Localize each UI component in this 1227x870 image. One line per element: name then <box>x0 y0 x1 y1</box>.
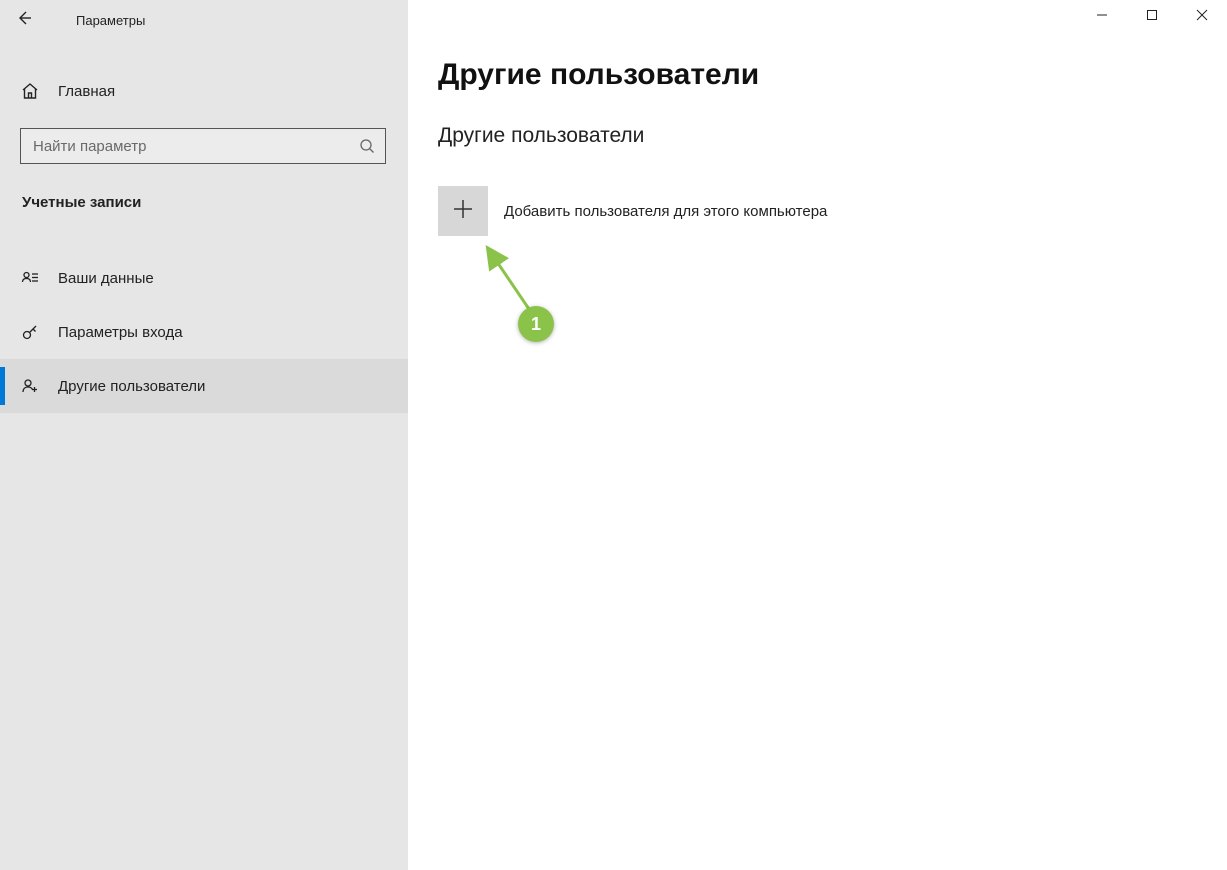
sidebar-item-home[interactable]: Главная <box>0 68 408 114</box>
search-icon <box>349 138 385 154</box>
nav-list: Ваши данные Параметры входа <box>0 251 408 413</box>
sidebar: Параметры Главная <box>0 0 408 870</box>
close-icon <box>1196 8 1208 26</box>
annotation-callout: 1 <box>518 306 554 342</box>
category-label: Учетные записи <box>0 194 408 211</box>
home-icon <box>20 82 40 100</box>
page-title: Другие пользователи <box>438 58 1227 92</box>
close-button[interactable] <box>1177 0 1227 34</box>
minimize-icon <box>1096 8 1108 26</box>
main-content: Другие пользователи Другие пользователи … <box>408 0 1227 870</box>
annotation-number: 1 <box>518 306 554 342</box>
search-container <box>20 128 386 164</box>
search-box[interactable] <box>20 128 386 164</box>
back-button[interactable] <box>0 0 48 40</box>
home-label: Главная <box>58 83 115 100</box>
titlebar: Параметры <box>0 0 408 40</box>
settings-window: Параметры Главная <box>0 0 1227 870</box>
section-title: Другие пользователи <box>438 124 1227 148</box>
app-title: Параметры <box>76 13 145 28</box>
person-plus-icon <box>20 377 40 395</box>
add-user-row[interactable]: Добавить пользователя для этого компьюте… <box>438 186 1227 236</box>
sidebar-item-label: Ваши данные <box>58 270 154 287</box>
maximize-button[interactable] <box>1127 0 1177 34</box>
sidebar-item-label: Параметры входа <box>58 324 183 341</box>
plus-icon <box>451 197 475 226</box>
window-controls <box>1077 0 1227 34</box>
add-user-button[interactable] <box>438 186 488 236</box>
search-input[interactable] <box>21 129 349 163</box>
sidebar-item-other-users[interactable]: Другие пользователи <box>0 359 408 413</box>
maximize-icon <box>1146 8 1158 26</box>
key-icon <box>20 323 40 341</box>
sidebar-item-label: Другие пользователи <box>58 378 205 395</box>
sidebar-item-your-info[interactable]: Ваши данные <box>0 251 408 305</box>
person-card-icon <box>20 269 40 287</box>
back-arrow-icon <box>16 10 32 31</box>
minimize-button[interactable] <box>1077 0 1127 34</box>
annotation-arrow <box>481 242 541 322</box>
add-user-label: Добавить пользователя для этого компьюте… <box>504 203 827 220</box>
sidebar-item-signin-options[interactable]: Параметры входа <box>0 305 408 359</box>
